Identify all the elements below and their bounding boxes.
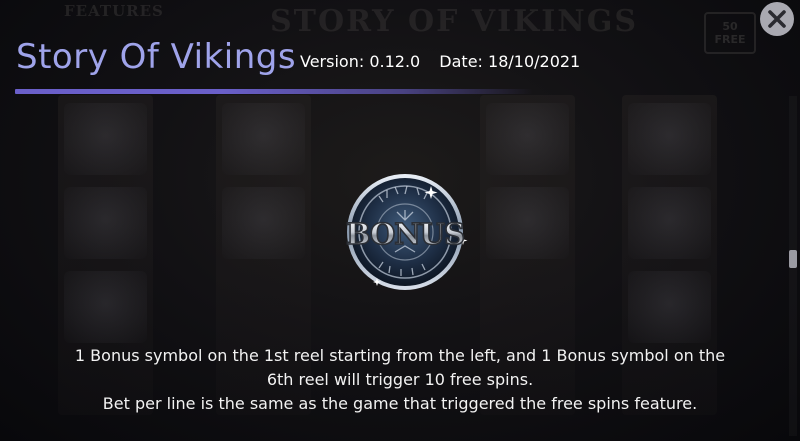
description-line: Bet per line is the same as the game tha… <box>102 394 698 413</box>
version-label: Version: 0.12.0 <box>300 52 421 71</box>
close-icon <box>768 10 786 28</box>
close-button[interactable] <box>760 2 794 36</box>
background-free-spins-ghost: 50 FREE <box>704 12 756 54</box>
description-line: 1 Bonus symbol on the 1st reel starting … <box>74 346 726 365</box>
title-underline <box>15 89 533 94</box>
bonus-description: 1 Bonus symbol on the 1st reel starting … <box>0 344 800 416</box>
page-title: Story Of Vikings <box>16 37 297 77</box>
date-label: Date: 18/10/2021 <box>439 52 581 71</box>
bonus-symbol-icon: BONUS <box>345 174 468 290</box>
version-info: Version: 0.12.0 Date: 18/10/2021 <box>300 52 594 71</box>
svg-text:BONUS: BONUS <box>346 217 464 251</box>
scrollbar-thumb[interactable] <box>789 250 797 268</box>
description-line: 6th reel will trigger 10 free spins. <box>266 370 534 389</box>
paytable-screen: FEATURES STORY OF VIKINGS 50 FREE Story O… <box>0 0 800 441</box>
background-features-ghost: FEATURES <box>64 2 164 20</box>
background-logo-ghost: STORY OF VIKINGS <box>270 4 638 39</box>
